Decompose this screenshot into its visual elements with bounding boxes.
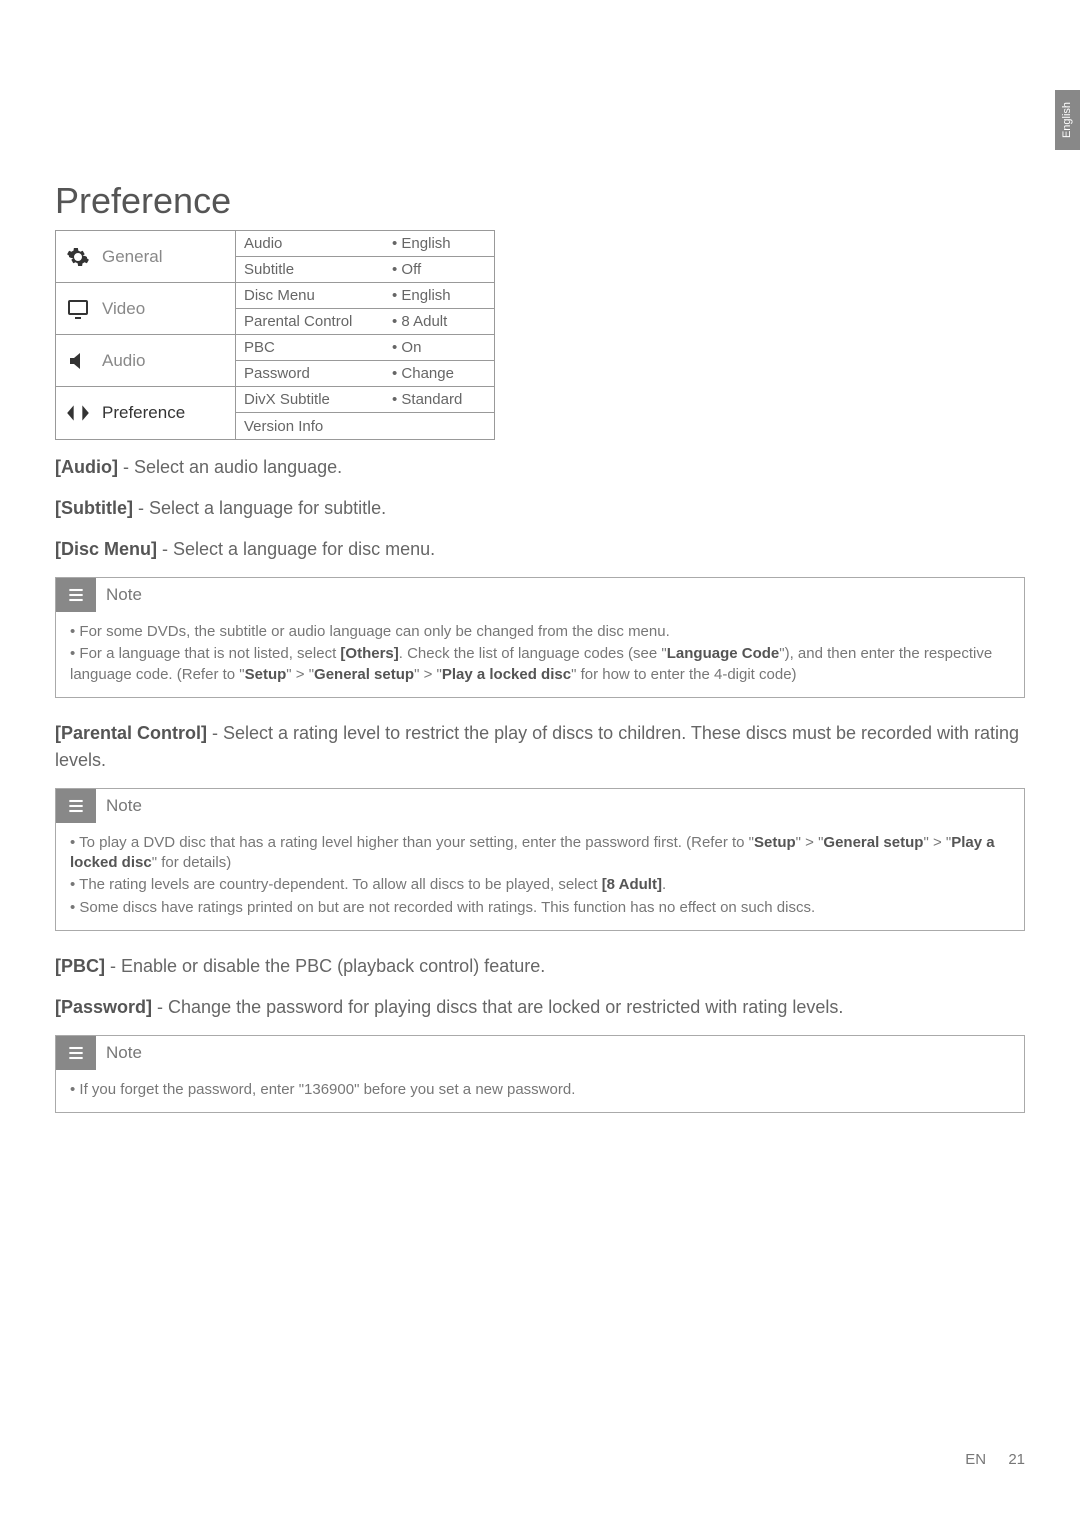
- setting-row-parental: Parental Control• 8 Adult: [236, 309, 494, 335]
- note-header: Note: [56, 578, 1024, 612]
- category-video-label: Video: [102, 299, 145, 319]
- desc-subtitle: [Subtitle] - Select a language for subti…: [55, 495, 1025, 522]
- note-body: For some DVDs, the subtitle or audio lan…: [56, 612, 1024, 697]
- category-video: Video: [56, 283, 235, 335]
- desc-disc-menu: [Disc Menu] - Select a language for disc…: [55, 536, 1025, 563]
- note2-item3: Some discs have ratings printed on but a…: [70, 898, 1010, 918]
- side-tab-label: English: [1062, 102, 1074, 138]
- note-icon: [56, 1036, 96, 1070]
- desc-pbc: [PBC] - Enable or disable the PBC (playb…: [55, 953, 1025, 980]
- note-box-2: Note To play a DVD disc that has a ratin…: [55, 788, 1025, 931]
- category-preference: Preference: [56, 387, 235, 439]
- note-title: Note: [106, 1043, 142, 1063]
- note-icon: [56, 789, 96, 823]
- settings-categories: General Video Audio Preference: [56, 231, 236, 439]
- setting-row-version: Version Info: [236, 413, 494, 439]
- footer-page-number: 21: [1008, 1451, 1025, 1468]
- setting-row-divx: DivX Subtitle• Standard: [236, 387, 494, 413]
- note-box-3: Note If you forget the password, enter "…: [55, 1035, 1025, 1113]
- arrows-icon: [64, 399, 92, 427]
- desc-audio: [Audio] - Select an audio language.: [55, 454, 1025, 481]
- note-title: Note: [106, 585, 142, 605]
- note-box-1: Note For some DVDs, the subtitle or audi…: [55, 577, 1025, 698]
- setting-row-disc-menu: Disc Menu• English: [236, 283, 494, 309]
- setting-row-pbc: PBC• On: [236, 335, 494, 361]
- monitor-icon: [64, 295, 92, 323]
- note-body: To play a DVD disc that has a rating lev…: [56, 823, 1024, 930]
- setting-row-subtitle: Subtitle• Off: [236, 257, 494, 283]
- category-general: General: [56, 231, 235, 283]
- note-header: Note: [56, 789, 1024, 823]
- footer-lang: EN: [965, 1451, 986, 1468]
- note1-item1: For some DVDs, the subtitle or audio lan…: [70, 622, 1010, 642]
- category-preference-label: Preference: [102, 403, 185, 423]
- category-general-label: General: [102, 247, 162, 267]
- category-audio-label: Audio: [102, 351, 145, 371]
- page-footer: EN 21: [965, 1451, 1025, 1468]
- note2-item2: The rating levels are country-dependent.…: [70, 875, 1010, 895]
- desc-parental: [Parental Control] - Select a rating lev…: [55, 720, 1025, 774]
- note2-item1: To play a DVD disc that has a rating lev…: [70, 833, 1010, 874]
- setting-row-audio: Audio• English: [236, 231, 494, 257]
- desc-password: [Password] - Change the password for pla…: [55, 994, 1025, 1021]
- note-body: If you forget the password, enter "13690…: [56, 1070, 1024, 1112]
- note-header: Note: [56, 1036, 1024, 1070]
- note3-item1: If you forget the password, enter "13690…: [70, 1080, 1010, 1100]
- settings-panel: General Video Audio Preference Audio• En…: [55, 230, 495, 440]
- setting-row-password: Password• Change: [236, 361, 494, 387]
- page-heading: Preference: [55, 180, 1025, 222]
- note1-item2: For a language that is not listed, selec…: [70, 644, 1010, 685]
- speaker-icon: [64, 347, 92, 375]
- note-title: Note: [106, 796, 142, 816]
- gear-icon: [64, 243, 92, 271]
- category-audio: Audio: [56, 335, 235, 387]
- note-icon: [56, 578, 96, 612]
- settings-values: Audio• English Subtitle• Off Disc Menu• …: [236, 231, 494, 439]
- side-tab-english: English: [1055, 90, 1080, 150]
